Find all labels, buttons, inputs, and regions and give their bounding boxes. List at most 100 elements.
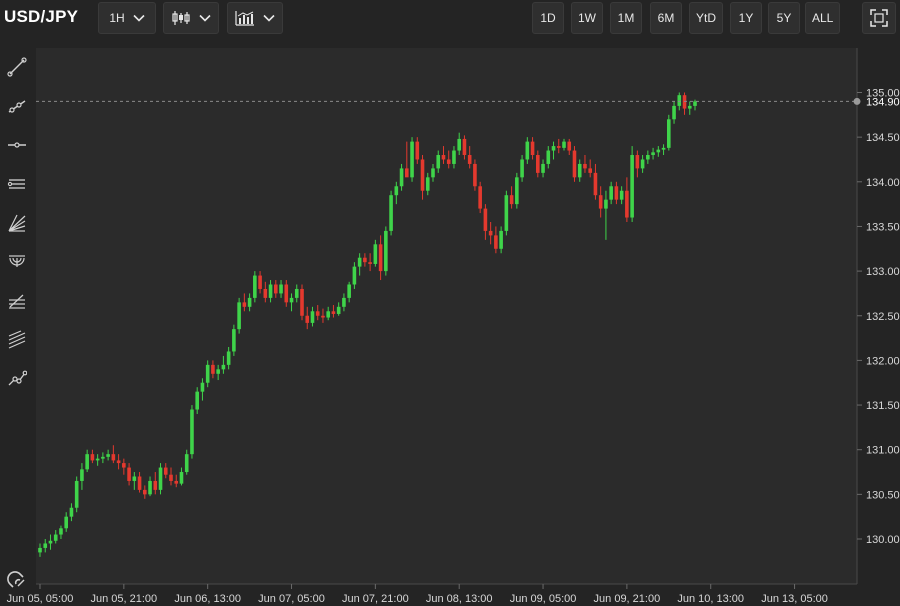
candle-body [195,391,199,410]
candle-body [446,159,451,164]
candle-body [598,195,603,209]
x-tick-label: Jun 07, 05:00 [258,593,325,605]
candle-body [190,409,194,455]
candle-body [672,105,676,120]
candle-body [452,150,456,164]
candle-body [667,119,671,148]
candle-body [132,476,137,481]
candle-body [232,329,236,352]
y-tick-label: 134.50 [866,132,900,144]
candle-body [95,458,100,461]
candle-body [593,172,598,196]
candle-body [242,302,247,307]
candle-body [274,284,278,294]
candle-body [520,159,524,178]
candle-body [378,244,383,272]
x-tick-label: Jun 09, 05:00 [510,593,577,605]
candle-body [90,454,95,461]
candle-body [310,311,315,323]
candle-body [336,306,341,314]
x-tick-label: Jun 07, 21:00 [342,593,409,605]
candle-body [315,311,320,316]
candle-body [326,311,330,318]
candle-body [646,155,650,160]
candle-body [137,476,142,490]
last-price-label: 134.90 [866,96,900,108]
x-tick-label: Jun 10, 13:00 [677,593,744,605]
x-tick-label: Jun 13, 05:00 [761,593,828,605]
candle-body [462,138,467,156]
candle-body [384,230,388,272]
candle-body [577,163,582,178]
candle-body [64,516,68,529]
y-tick-label: 130.00 [866,534,900,546]
candle-body [405,168,409,178]
candle-body [635,155,640,169]
candle-body [467,155,472,164]
x-axis: Jun 05, 05:00 Jun 05, 21:00 Jun 06, 13:00 J… [7,584,828,605]
candle-body [85,454,89,470]
y-axis: 130.00 130.50 131.00 131.50 132.00 132.50 133.… [857,88,900,546]
candle-body [515,177,519,205]
candle-body [619,190,624,200]
candle-body [556,146,561,148]
plot-area [36,48,857,584]
candle-body [148,480,152,495]
candle-body [101,456,105,459]
candle-body [640,159,645,169]
candle-body [457,138,461,151]
y-tick-label: 133.50 [866,221,900,233]
candle-body [630,155,634,218]
candle-body [347,284,351,298]
candle-body [478,186,482,209]
candle-body [651,152,655,156]
candle-body [294,288,299,298]
candle-body [614,186,619,200]
y-tick-label: 131.50 [866,400,900,412]
candle-body [656,149,661,153]
x-tick-label: Jun 08, 13:00 [426,593,493,605]
candle-body [184,454,189,473]
y-tick-label: 132.50 [866,311,900,323]
candle-body [211,364,215,374]
candle-body [237,302,241,330]
candle-body [342,297,346,307]
candle-body [111,454,116,461]
candle-body [43,543,48,548]
candle-body [305,315,310,323]
candle-body [258,275,262,289]
candle-body [572,150,577,178]
candle-body [625,190,629,218]
candle-body [127,467,131,481]
candle-body [473,163,477,187]
candle-body [300,288,304,316]
candle-body [562,141,566,148]
candle-body [122,463,126,468]
candle-body [399,168,404,187]
candle-body [200,382,205,392]
y-tick-label: 134.00 [866,177,900,189]
candle-body [59,528,63,535]
candle-body [389,195,393,231]
candle-body [420,159,425,191]
candle-body [279,284,283,294]
candle-body [38,547,42,553]
candle-body [284,284,289,303]
candle-body [163,467,168,475]
candle-body [567,141,572,151]
candle-body [583,163,587,169]
candle-body [504,195,509,231]
y-tick-label: 133.00 [866,266,900,278]
candle-body [74,480,79,508]
candle-body [174,480,179,484]
price-chart[interactable]: 130.00 130.50 131.00 131.50 132.00 132.50 133.… [0,0,900,606]
x-tick-label: Jun 05, 05:00 [7,593,74,605]
candle-body [69,507,74,517]
candle-body [693,101,697,106]
candle-body [536,155,540,173]
y-tick-label: 130.50 [866,489,900,501]
candle-body [169,474,173,481]
candle-body [546,150,551,164]
x-tick-label: Jun 05, 21:00 [91,593,158,605]
candle-body [410,141,414,178]
